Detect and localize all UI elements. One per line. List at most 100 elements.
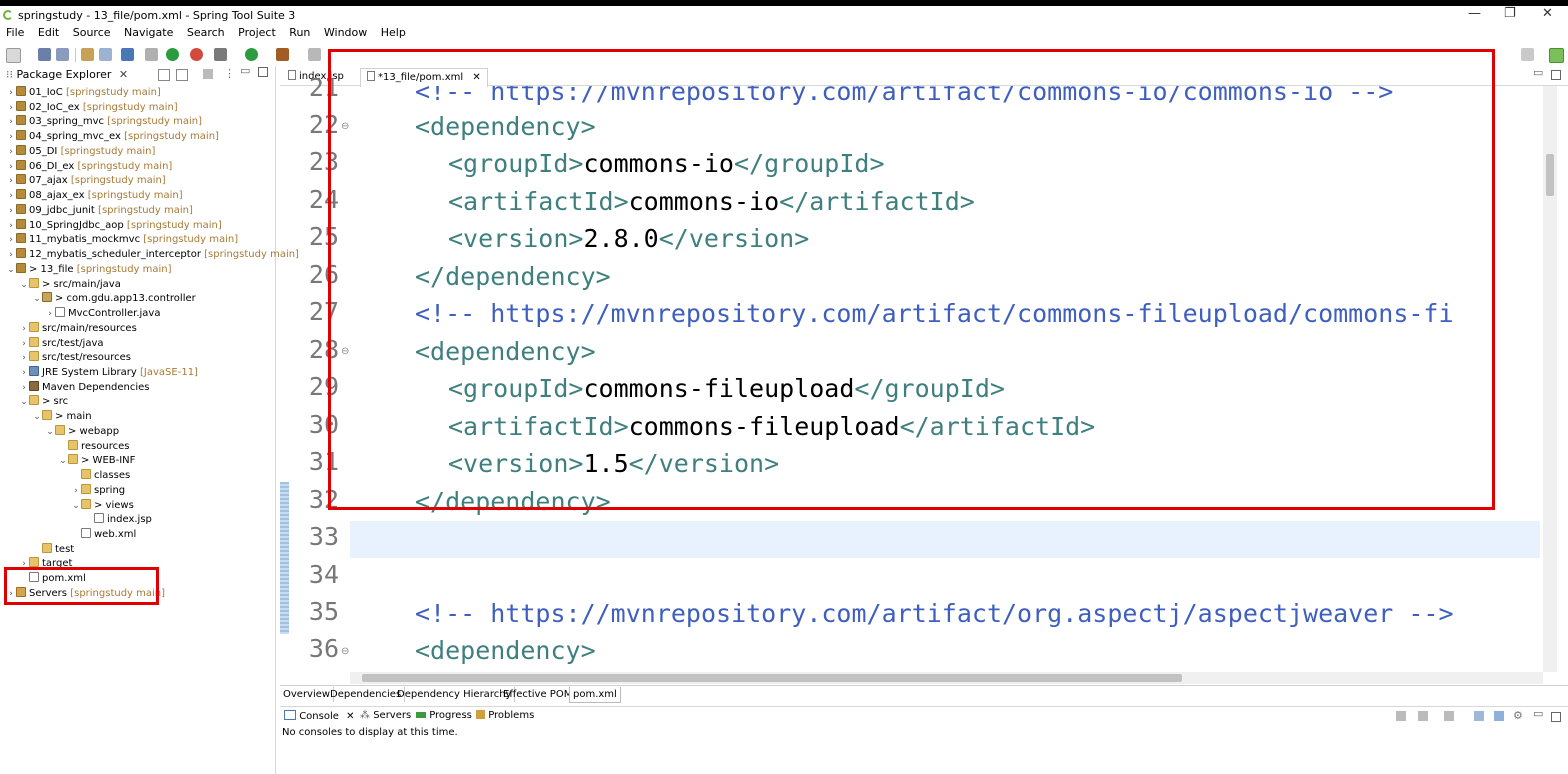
tree-item[interactable]: › src/main/resources — [19, 321, 137, 336]
tree-item[interactable]: index.jsp — [84, 512, 152, 527]
save-icon[interactable] — [38, 48, 51, 61]
external-tools-icon[interactable] — [276, 48, 289, 61]
collapse-all-icon[interactable] — [158, 69, 170, 81]
horizontal-scrollbar[interactable] — [350, 672, 1543, 684]
tree-item[interactable]: ⌄ > 13_file [springstudy main] — [6, 262, 172, 277]
open-perspective-icon[interactable] — [1521, 48, 1534, 61]
tree-item[interactable]: › src/test/resources — [19, 350, 131, 365]
menu-source[interactable]: Source — [73, 26, 111, 39]
scroll-thumb[interactable] — [1546, 154, 1554, 196]
tree-item[interactable]: ⌄ > WEB-INF — [58, 453, 135, 468]
menu-help[interactable]: Help — [381, 26, 406, 39]
tree-item[interactable]: › 05_DI [springstudy main] — [6, 144, 155, 159]
word-wrap-icon[interactable] — [1494, 711, 1504, 721]
close-button[interactable]: ✕ — [1542, 6, 1553, 21]
tree-item[interactable]: › 08_ajax_ex [springstudy main] — [6, 188, 183, 203]
tree-item[interactable]: ⌄ > com.gdu.app13.controller — [32, 291, 196, 306]
tree-item[interactable]: ⌄ > webapp — [45, 424, 119, 439]
tab-console[interactable]: Console ✕ — [284, 710, 354, 722]
tree-item[interactable]: ⌄ > src — [19, 394, 68, 409]
debug-icon[interactable] — [214, 48, 227, 61]
tree-item[interactable]: ⌄ > main — [32, 409, 92, 424]
menu-project[interactable]: Project — [238, 26, 276, 39]
pin-console-icon[interactable] — [1396, 711, 1406, 721]
tree-item[interactable]: › 04_spring_mvc_ex [springstudy main] — [6, 129, 219, 144]
tree-item[interactable]: ⌄ > src/main/java — [19, 277, 121, 292]
open-type-icon[interactable] — [81, 48, 94, 61]
settings-icon[interactable]: ⚙ — [1513, 709, 1523, 722]
fold-toggle-icon[interactable]: ⊖ — [341, 346, 349, 357]
tree-item[interactable]: › 01_IoC [springstudy main] — [6, 85, 161, 100]
tab-dependency-hierarchy[interactable]: Dependency Hierarchy — [394, 687, 516, 702]
tab-pom-xml[interactable]: *13_file/pom.xml ✕ — [360, 68, 488, 87]
fold-toggle-icon[interactable]: ⊖ — [341, 121, 349, 132]
link-editor-icon[interactable] — [176, 69, 188, 81]
tab-pom-xml-source[interactable]: pom.xml — [569, 687, 621, 703]
tree-item[interactable]: › 03_spring_mvc [springstudy main] — [6, 114, 202, 129]
skip-breakpoints-icon[interactable] — [145, 48, 158, 61]
menu-edit[interactable]: Edit — [38, 26, 59, 39]
open-console-icon[interactable] — [1444, 711, 1454, 721]
tree-item[interactable]: › 02_IoC_ex [springstudy main] — [6, 100, 178, 115]
vertical-scrollbar[interactable] — [1543, 86, 1557, 672]
tree-item[interactable]: › 07_ajax [springstudy main] — [6, 173, 166, 188]
menu-file[interactable]: File — [6, 26, 24, 39]
open-resource-icon[interactable] — [99, 48, 112, 61]
fold-toggle-icon[interactable]: ⊖ — [341, 646, 349, 657]
tree-item[interactable]: › 11_mybatis_mockmvc [springstudy main] — [6, 232, 238, 247]
tree-item[interactable]: › spring — [71, 483, 125, 498]
tree-item[interactable]: › target — [19, 556, 72, 571]
maximize-view-icon[interactable] — [1551, 712, 1561, 722]
spring-icon[interactable] — [190, 48, 203, 61]
tree-item[interactable]: › 09_jdbc_junit [springstudy main] — [6, 203, 193, 218]
menu-navigate[interactable]: Navigate — [124, 26, 173, 39]
xml-source-editor[interactable]: <!-- https://mvnrepository.com/artifact/… — [350, 86, 1540, 672]
copy-icon[interactable] — [1474, 711, 1484, 721]
view-menu-icon[interactable]: ⋮ — [224, 67, 235, 80]
maximize-view-icon[interactable] — [258, 67, 268, 77]
tree-item[interactable]: › 06_DI_ex [springstudy main] — [6, 159, 172, 174]
filter-icon[interactable] — [203, 69, 213, 79]
save-all-icon[interactable] — [56, 48, 69, 61]
close-tab-icon[interactable]: ✕ — [472, 72, 480, 83]
minimize-editor-icon[interactable]: ▭ — [1533, 66, 1543, 79]
run-icon[interactable] — [245, 48, 258, 61]
console-icon[interactable] — [121, 48, 134, 61]
tree-item[interactable]: › MvcController.java — [45, 306, 160, 321]
close-view-icon[interactable]: ✕ — [119, 68, 128, 81]
tab-effective-pom[interactable]: Effective POM — [500, 687, 577, 702]
tree-item[interactable]: web.xml — [71, 527, 136, 542]
restore-button[interactable]: ❐ — [1504, 6, 1516, 21]
tree-item[interactable]: › 10_SpringJdbc_aop [springstudy main] — [6, 218, 222, 233]
minimize-button[interactable]: — — [1468, 6, 1481, 21]
tree-item-pom[interactable]: pom.xml — [19, 571, 86, 586]
tree-item[interactable]: › JRE System Library [JavaSE-11] — [19, 365, 198, 380]
minimize-view-icon[interactable]: ▭ — [240, 64, 250, 77]
tab-progress[interactable]: Progress — [416, 710, 472, 721]
maximize-editor-icon[interactable] — [1551, 70, 1561, 80]
tree-item[interactable]: › 12_mybatis_scheduler_interceptor [sprin… — [6, 247, 299, 262]
package-explorer-tab[interactable]: ⁝⁝ Package Explorer ✕ — [6, 66, 128, 84]
menu-run[interactable]: Run — [289, 26, 310, 39]
minimize-view-icon[interactable]: ▭ — [1533, 707, 1543, 720]
tree-item[interactable]: › Servers [springstudy main] — [6, 586, 165, 601]
main-toolbar — [0, 44, 1568, 66]
close-tab-icon[interactable]: ✕ — [346, 711, 354, 722]
display-console-icon[interactable] — [1418, 711, 1428, 721]
tree-item[interactable]: › src/test/java — [19, 336, 104, 351]
menu-window[interactable]: Window — [324, 26, 367, 39]
tree-item[interactable]: classes — [71, 468, 130, 483]
tree-item[interactable]: › Maven Dependencies — [19, 380, 150, 395]
new-icon[interactable] — [6, 48, 21, 63]
java-perspective-icon[interactable] — [1549, 48, 1564, 63]
tree-item[interactable]: ⌄ > views — [71, 498, 134, 513]
stop-icon[interactable] — [308, 48, 321, 61]
tab-problems[interactable]: Problems — [476, 710, 534, 721]
tab-servers[interactable]: ⁂ Servers — [360, 710, 411, 721]
scroll-thumb[interactable] — [362, 674, 1182, 682]
menu-search[interactable]: Search — [187, 26, 225, 39]
boot-dashboard-icon[interactable] — [166, 48, 179, 61]
tree-item[interactable]: resources — [58, 439, 129, 454]
tree-item[interactable]: test — [32, 542, 74, 557]
tab-overview[interactable]: Overview — [280, 687, 335, 702]
